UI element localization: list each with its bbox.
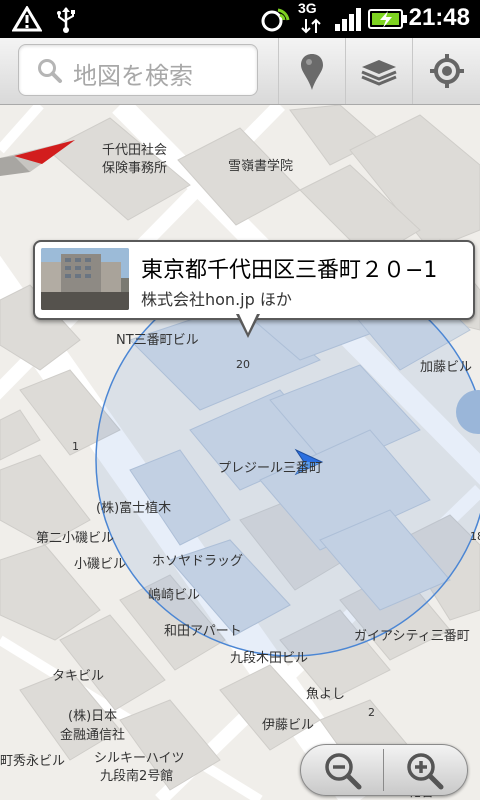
map-label: NT三番町ビル [116,333,199,348]
map-label: 加藤ビル [420,360,472,375]
zoom-in-icon [405,751,445,795]
my-location-icon [429,53,465,93]
places-pin-icon [300,53,324,95]
map-label: 20 [236,358,250,371]
map-label: 魚よし [306,687,345,702]
search-box[interactable]: 地図を検索 [18,44,258,96]
map-label: 2 [368,706,375,719]
battery-charging-icon [368,8,408,34]
warning-icon [11,5,43,36]
map-label: 和田アパート [164,624,242,639]
usb-icon [54,6,78,38]
map-label: (株)日本 [68,709,117,724]
status-clock: 21:48 [408,4,470,31]
place-callout[interactable]: 東京都千代田区三番町２０−1 株式会社hon.jp ほか [33,240,475,320]
data-arrows-icon [300,18,322,38]
map-label: 小磯ビル [74,557,126,572]
map-label: 伊藤ビル [262,718,314,733]
network-type-label: 3G [298,0,317,16]
callout-title: 東京都千代田区三番町２０−1 [141,258,438,283]
zoom-separator [383,749,384,791]
map-canvas: 千代田社会 保険事務所 雪嶺書学院 NT三番町ビル 加藤ビル 20 1 18 2… [0,105,480,800]
map-label: (株)富士植木 [96,500,171,516]
search-placeholder: 地図を検索 [73,62,193,90]
map-label: 雪嶺書学院 [228,158,293,174]
zoom-in-button[interactable] [385,745,467,795]
maps-toolbar: 地図を検索 [0,38,480,105]
sync-icon [258,6,292,38]
map-label: 九段木田ビル [230,651,308,666]
map-label: 1 [72,440,79,453]
my-location-button[interactable] [412,38,480,104]
map-label: シルキーハイツ [94,751,184,766]
map-label: 町秀永ビル [0,754,65,769]
layers-icon [360,54,398,92]
map-label: 第二小磯ビル [36,531,114,546]
map-label: 18 [470,530,480,543]
map-label: 九段南2号館 [100,768,173,784]
zoom-out-icon [323,751,363,795]
map-label: ホソヤドラッグ [152,554,243,569]
map-label: 千代田社会 [102,142,167,158]
map-label: 金融通信社 [60,727,125,743]
search-icon [37,58,63,88]
map-label: プレジール三番町 [218,461,322,476]
map-label: ガイアシティ三番町 [354,629,470,644]
map-view[interactable]: 千代田社会 保険事務所 雪嶺書学院 NT三番町ビル 加藤ビル 20 1 18 2… [0,105,480,800]
zoom-out-button[interactable] [301,745,383,795]
zoom-controls [300,744,468,796]
map-label: タキビル [52,669,104,684]
callout-subtitle: 株式会社hon.jp ほか [141,290,292,309]
status-bar: 3G 21:48 [0,0,480,38]
street-view-thumbnail[interactable] [41,248,129,310]
signal-icon [334,6,364,36]
map-label: 保険事務所 [102,161,167,176]
callout-pointer-fill [239,314,257,333]
places-button[interactable] [278,38,345,104]
map-label: 嶋崎ビル [148,588,200,603]
layers-button[interactable] [345,38,412,104]
